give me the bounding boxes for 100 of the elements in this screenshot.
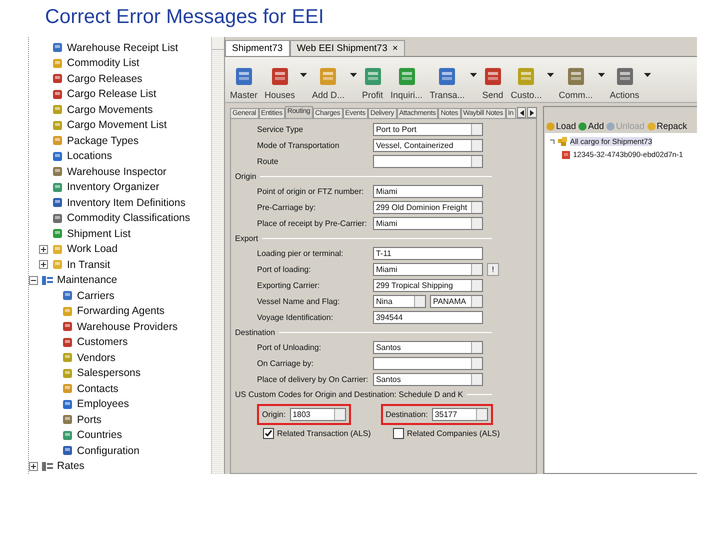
caret-icon[interactable] (470, 73, 477, 77)
field-label: Place of delivery by On Carrier: (257, 375, 369, 384)
checkbox-label: Related Companies (ALS) (406, 429, 500, 438)
item-icon (51, 41, 64, 54)
dropdown-field[interactable]: 1803 (290, 408, 346, 421)
tree-item[interactable]: In Transit (29, 257, 211, 272)
item-icon (61, 320, 74, 334)
dropdown-field[interactable] (372, 155, 483, 168)
dropdown-field[interactable]: Santos (372, 373, 483, 386)
tree-item[interactable]: Rates (29, 458, 211, 474)
tree-item[interactable]: Warehouse Receipt List (29, 40, 211, 56)
dropdown-field[interactable]: Miami (372, 263, 483, 276)
tree-item[interactable]: Vendors (29, 350, 211, 366)
tree-item[interactable]: Salespersons (29, 366, 211, 381)
close-icon[interactable]: × (392, 43, 398, 54)
toolbar-button[interactable]: Actions (608, 66, 642, 100)
item-icon (51, 165, 64, 178)
tree-item[interactable]: Cargo Release List (29, 86, 211, 102)
toolbar-button[interactable]: Master (228, 66, 260, 100)
tree-item[interactable]: Forwarding Agents (29, 304, 211, 319)
tree-item[interactable]: Countries (29, 428, 211, 443)
lookup-button[interactable]: ! (486, 263, 499, 276)
toolbar-button[interactable]: Inquiri... (388, 66, 425, 100)
tree-item[interactable]: Employees (29, 396, 211, 412)
section-label: Origin (235, 172, 256, 181)
toolbar-button[interactable]: Houses (262, 66, 298, 100)
field-label: Loading pier or terminal: (257, 249, 344, 258)
action-button[interactable]: Repack (646, 121, 688, 131)
tree-item[interactable]: Package Types (29, 133, 211, 148)
tree-item[interactable]: Cargo Releases (29, 71, 211, 86)
tree-item[interactable]: Locations (29, 148, 211, 164)
item-icon (61, 382, 74, 396)
document-tab[interactable]: Shipment73 (225, 40, 290, 56)
toolbar-button[interactable]: Add D... (310, 66, 347, 100)
dropdown-field[interactable]: 299 Old Dominion Freight (372, 201, 483, 214)
item-icon (51, 88, 64, 101)
field-label: Exporting Carrier: (257, 281, 321, 290)
action-button[interactable]: Add (578, 121, 604, 131)
input-field[interactable]: 394544 (372, 311, 483, 324)
caret-icon[interactable] (546, 73, 554, 77)
input-field[interactable]: T-11 (372, 247, 483, 260)
tree-item[interactable]: Inventory Organizer (29, 180, 211, 195)
checkbox[interactable] (263, 428, 274, 439)
item-icon (61, 289, 74, 302)
tree-item[interactable]: Warehouse Providers (29, 319, 211, 334)
dropdown-field[interactable]: 299 Tropical Shipping (372, 279, 483, 292)
dropdown-field[interactable]: Vessel, Containerized (372, 139, 483, 152)
item-icon (51, 196, 64, 210)
dropdown-field[interactable]: Santos (372, 341, 483, 354)
dropdown-field[interactable]: Port to Port (372, 123, 483, 136)
item-icon (51, 258, 64, 272)
action-icon (606, 122, 616, 130)
item-icon (51, 72, 64, 86)
field-label: Mode of Transportation (257, 141, 340, 150)
document-tab[interactable]: Web EEI Shipment73 × (290, 40, 405, 56)
caret-icon[interactable] (598, 73, 605, 77)
field-label: Pre-Carriage by: (257, 203, 317, 212)
toolbar-button[interactable]: Send (480, 66, 506, 100)
caret-icon[interactable] (350, 73, 357, 77)
scroll-left-icon[interactable] (516, 107, 526, 118)
tree-item[interactable]: Commodity Classifications (29, 210, 211, 226)
tree-item[interactable]: Warehouse Inspector (29, 164, 211, 180)
scroll-right-icon[interactable] (527, 107, 537, 118)
tree-item[interactable]: Work Load (29, 242, 211, 257)
field-label: Service Type (257, 125, 304, 134)
input-field[interactable]: Miami (372, 185, 483, 198)
item-icon (51, 227, 64, 240)
tree-item[interactable]: Ports (29, 412, 211, 428)
scrollbar[interactable] (211, 37, 224, 474)
field-label: Place of receipt by Pre-Carrier: (257, 219, 368, 228)
tree-item[interactable]: Commodity List (29, 56, 211, 71)
toolbar-button[interactable]: Transa... (428, 66, 467, 100)
tree-item[interactable]: Carriers (29, 288, 211, 304)
tree-item[interactable]: Cargo Movements (29, 102, 211, 118)
dropdown-field[interactable]: Miami (372, 217, 483, 230)
toolbar-button[interactable]: Custo... (508, 66, 544, 100)
package-icon (561, 149, 571, 160)
dropdown-field[interactable]: 35177 (432, 408, 488, 421)
dropdown-field[interactable]: Nina (372, 295, 426, 308)
tree-item[interactable]: Shipment List (29, 226, 211, 242)
item-icon (61, 413, 74, 426)
checkbox[interactable] (392, 428, 404, 439)
item-icon (61, 351, 74, 364)
tree-item[interactable]: Maintenance (29, 272, 211, 288)
caret-icon[interactable] (300, 73, 308, 77)
tree-item[interactable]: Inventory Item Definitions (29, 195, 211, 210)
field-label: Vessel Name and Flag: (257, 297, 341, 306)
caret-icon[interactable] (644, 73, 652, 77)
item-icon (61, 398, 74, 411)
tree-item[interactable]: Contacts (29, 381, 211, 396)
tree-item[interactable]: Cargo Movement List (29, 118, 211, 133)
tree-item[interactable]: Configuration (29, 443, 211, 458)
tree-item[interactable]: Customers (29, 334, 211, 350)
item-icon (51, 134, 64, 148)
toolbar-button[interactable]: Profit (360, 66, 386, 100)
field-label: Destination: (386, 410, 428, 419)
dropdown-field[interactable]: PANAMA (430, 295, 483, 308)
toolbar-button[interactable]: Comm... (556, 66, 595, 100)
action-button[interactable]: Load (546, 121, 576, 131)
dropdown-field[interactable] (372, 357, 483, 370)
